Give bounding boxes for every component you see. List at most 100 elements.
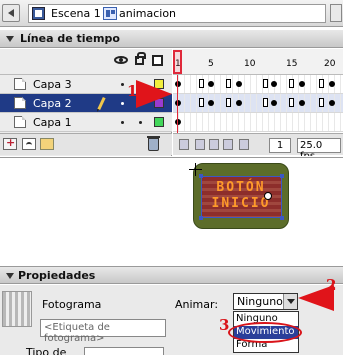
playhead-line	[177, 75, 178, 135]
selection-handle[interactable]	[280, 216, 284, 220]
show-hide-all-icon[interactable]	[114, 56, 128, 64]
end-frame[interactable]	[199, 98, 204, 107]
edit-multiple-frames-icon[interactable]	[223, 139, 233, 150]
type-label: Tipo de	[26, 346, 67, 355]
keyframe[interactable]	[329, 81, 335, 87]
breadcrumb-symbol[interactable]: animacion	[119, 7, 176, 20]
visibility-dot[interactable]	[121, 102, 124, 105]
end-frame[interactable]	[289, 79, 294, 88]
delete-layer-icon[interactable]	[147, 136, 160, 151]
center-frame-icon[interactable]	[179, 139, 189, 150]
keyframe[interactable]	[175, 81, 181, 87]
outline-color-swatch[interactable]	[154, 117, 164, 127]
insert-folder-icon[interactable]	[40, 138, 54, 150]
frame-row-capa-2[interactable]	[173, 94, 343, 113]
collapse-triangle-icon[interactable]	[6, 273, 14, 279]
crosshair-icon	[189, 163, 202, 176]
keyframe[interactable]	[329, 100, 335, 106]
layer-icon	[14, 78, 26, 90]
keyframe[interactable]	[299, 81, 305, 87]
breadcrumb-scene[interactable]: Escena 1	[51, 7, 101, 20]
button-text-line-2: INICIO	[211, 196, 271, 211]
timeline-status-bar: 1 25.0 fps	[173, 133, 343, 156]
ruler-label: 20	[324, 59, 336, 69]
animate-label: Animar:	[175, 298, 219, 311]
timeline-panel-header[interactable]: Línea de tiempo	[0, 30, 343, 48]
add-motion-guide-icon[interactable]	[22, 138, 36, 150]
playhead[interactable]	[173, 50, 182, 74]
selection-handle[interactable]	[199, 216, 203, 220]
layer-name: Capa 3	[33, 78, 72, 91]
breadcrumb: Escena 1 animacion	[28, 4, 326, 23]
outline-all-icon[interactable]	[152, 55, 163, 66]
annotation-arrow-1	[136, 80, 172, 108]
modify-onion-markers-icon[interactable]	[239, 139, 249, 150]
onion-skin-outlines-icon[interactable]	[209, 139, 219, 150]
end-frame[interactable]	[226, 98, 231, 107]
annotation-ellipse-3	[228, 322, 302, 343]
keyframe[interactable]	[175, 100, 181, 106]
visibility-dot[interactable]	[121, 121, 124, 124]
frame-ruler[interactable]: 1 5 10 15 20	[173, 49, 343, 75]
end-frame[interactable]	[319, 98, 324, 107]
end-frame[interactable]	[289, 98, 294, 107]
frame-row-capa-3[interactable]	[173, 75, 343, 94]
chevron-down-icon[interactable]	[283, 294, 297, 309]
end-frame[interactable]	[263, 79, 268, 88]
keyframe[interactable]	[208, 100, 214, 106]
button-text-line-1: BOTÓN	[216, 180, 266, 195]
registration-point-icon[interactable]	[264, 192, 272, 200]
frame-grid[interactable]: 1 5 10 15 20 1 25.0	[173, 49, 343, 156]
keyframe[interactable]	[236, 81, 242, 87]
frame-row-capa-1[interactable]	[173, 113, 343, 132]
end-frame[interactable]	[263, 98, 268, 107]
back-arrow-icon[interactable]	[2, 4, 20, 22]
button-symbol-instance[interactable]: BOTÓN INICIO	[193, 163, 289, 229]
movieclip-symbol-icon	[103, 7, 117, 20]
layer-name: Capa 2	[33, 97, 72, 110]
keyframe[interactable]	[175, 119, 181, 125]
ruler-label: 10	[244, 59, 256, 69]
selection-handle[interactable]	[280, 174, 284, 178]
timeline-title: Línea de tiempo	[20, 32, 120, 45]
frame-label-title: Fotograma	[42, 298, 102, 311]
end-frame[interactable]	[319, 79, 324, 88]
stage[interactable]: BOTÓN INICIO	[0, 157, 343, 263]
type-field[interactable]	[84, 347, 164, 355]
lock-dot[interactable]	[139, 121, 142, 124]
keyframe[interactable]	[299, 100, 305, 106]
keyframe[interactable]	[271, 100, 277, 106]
end-frame[interactable]	[199, 79, 204, 88]
annotation-arrow-2	[298, 285, 334, 311]
animate-selected-value: Ninguno	[237, 295, 283, 308]
layer-name: Capa 1	[33, 116, 72, 129]
layer-row-capa-1[interactable]: Capa 1	[0, 113, 172, 132]
onion-skin-icon[interactable]	[195, 139, 205, 150]
layer-toolbar	[0, 133, 172, 155]
visibility-dot[interactable]	[121, 83, 124, 86]
layer-icon	[14, 116, 26, 128]
animate-select[interactable]: Ninguno	[233, 293, 298, 310]
current-frame: 1	[269, 138, 291, 153]
keyframe[interactable]	[271, 81, 277, 87]
properties-panel-header[interactable]: Propiedades	[0, 266, 343, 284]
edit-symbols-button[interactable]	[330, 4, 342, 22]
layer-icon	[14, 97, 26, 109]
frame-label-input[interactable]: <Etiqueta de fotograma>	[40, 319, 166, 344]
keyframe[interactable]	[236, 100, 242, 106]
layer-header	[0, 49, 172, 75]
properties-panel: Fotograma <Etiqueta de fotograma> Animar…	[0, 285, 343, 355]
scene-icon	[32, 7, 45, 20]
frame-rate: 25.0 fps	[297, 138, 341, 156]
lock-all-icon[interactable]	[135, 52, 146, 65]
ruler-label: 5	[208, 59, 214, 69]
keyframe[interactable]	[208, 81, 214, 87]
edit-bar: Escena 1 animacion	[0, 0, 343, 27]
ruler-label: 15	[286, 59, 298, 69]
collapse-triangle-icon[interactable]	[6, 36, 14, 42]
properties-title: Propiedades	[18, 269, 96, 282]
pencil-icon	[97, 96, 106, 111]
end-frame[interactable]	[226, 79, 231, 88]
insert-layer-icon[interactable]	[3, 136, 17, 150]
frame-type-icon	[2, 291, 32, 327]
